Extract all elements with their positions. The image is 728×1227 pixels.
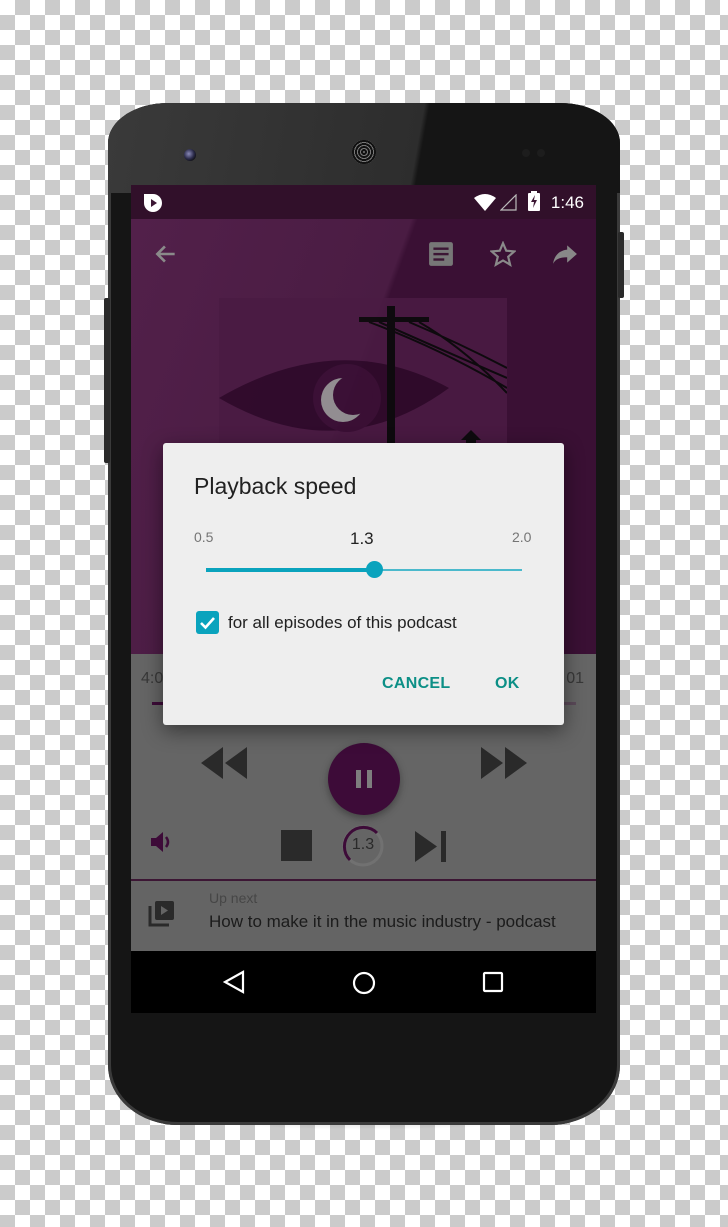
fast-forward-icon[interactable] [481, 747, 527, 779]
checkmark-icon [200, 617, 215, 630]
light-sensor [537, 149, 545, 157]
all-episodes-label: for all episodes of this podcast [228, 613, 457, 632]
playlist-play-icon [148, 901, 174, 927]
cancel-button[interactable]: CANCEL [382, 675, 450, 693]
power-button [618, 232, 624, 298]
ok-button[interactable]: OK [495, 675, 520, 693]
speed-button[interactable]: 1.3 [341, 824, 385, 868]
up-next-label: Up next [209, 890, 258, 906]
rewind-icon[interactable] [201, 747, 247, 779]
proximity-sensor [522, 149, 530, 157]
front-camera [184, 149, 196, 161]
navigation-bar [131, 951, 596, 1013]
play-pause-button[interactable] [328, 743, 400, 815]
up-next-bar[interactable]: Up next How to make it in the music indu… [131, 881, 596, 951]
speed-value: 1.3 [351, 836, 375, 853]
share-icon[interactable] [552, 241, 578, 267]
stop-icon[interactable] [281, 830, 312, 861]
nav-home-icon[interactable] [352, 971, 376, 995]
show-notes-icon[interactable] [428, 241, 454, 267]
cell-signal-icon [500, 194, 517, 211]
app-bar [131, 219, 596, 289]
nav-back-icon[interactable] [223, 970, 245, 994]
slider-min-label: 0.5 [194, 529, 214, 545]
pause-icon [356, 770, 372, 788]
remaining-time: 01 [566, 670, 584, 687]
dialog-title: Playback speed [194, 473, 357, 499]
up-next-title: How to make it in the music industry - p… [209, 912, 556, 931]
earpiece-speaker [352, 140, 376, 164]
nav-recents-icon[interactable] [482, 971, 504, 993]
volume-button [104, 298, 110, 463]
elapsed-time: 4:0 [141, 670, 164, 687]
wifi-icon [474, 194, 496, 211]
slider-current-value: 1.3 [350, 529, 374, 548]
speed-slider-fill [206, 568, 375, 572]
skip-next-icon[interactable] [415, 831, 447, 862]
playback-speed-dialog: Playback speed 0.5 1.3 2.0 for all episo… [163, 443, 564, 725]
slider-max-label: 2.0 [512, 529, 532, 545]
speed-slider-thumb[interactable] [366, 561, 384, 578]
arrow-left-icon[interactable] [153, 241, 179, 267]
star-outline-icon[interactable] [490, 241, 516, 267]
status-time: 1:46 [550, 193, 584, 212]
battery-charging-icon [528, 191, 540, 211]
status-bar: 1:46 [131, 185, 596, 219]
all-episodes-checkbox[interactable] [196, 611, 219, 634]
pocket-casts-play-icon [144, 194, 162, 212]
volume-up-icon[interactable] [149, 829, 175, 855]
